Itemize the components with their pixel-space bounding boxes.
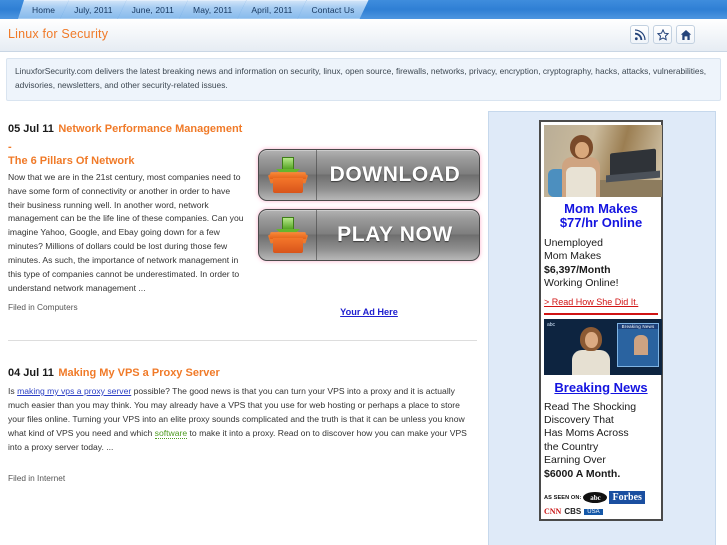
breaking-news-body: Read The Shocking Discovery That Has Mom…	[544, 401, 658, 482]
as-seen-on-row-2: CNN CBS USA	[544, 507, 658, 519]
ad-button-group: DOWNLOAD PLAY NOW	[258, 148, 480, 269]
tab-label: May, 2011	[193, 5, 233, 15]
play-now-button[interactable]: PLAY NOW	[258, 208, 480, 261]
article-1-body: Now that we are in the 21st century, mos…	[8, 171, 244, 294]
ad-headline[interactable]: Mom Makes $77/hr Online	[544, 200, 658, 231]
inset-breaking-news-label: Breaking News	[618, 323, 658, 329]
breaking-news-image: Breaking News abc	[544, 318, 662, 375]
main-content: 05 Jul 11 Network Performance Management…	[0, 101, 485, 483]
download-button-label: DOWNLOAD	[329, 162, 461, 186]
tab-label: June, 2011	[131, 5, 175, 15]
tab-label: July, 2011	[74, 5, 113, 15]
article-1: 05 Jul 11 Network Performance Management…	[8, 119, 480, 317]
ad-red-divider	[544, 312, 658, 315]
cbs-logo: CBS	[564, 507, 582, 517]
article-divider	[8, 340, 477, 342]
network-logo: abc	[547, 321, 556, 328]
tab-home[interactable]: Home	[18, 0, 69, 19]
ad-text-line3: $6,397/Month	[544, 263, 611, 276]
tab-label: April, 2011	[251, 5, 293, 15]
article-2-body-part1: Is	[8, 386, 18, 397]
bn-line2: Discovery That	[544, 414, 614, 426]
usa-today-logo: USA	[584, 508, 603, 515]
tab-contact-us[interactable]: Contact Us	[297, 0, 368, 19]
vps-proxy-link[interactable]: making my vps a proxy server	[17, 386, 131, 396]
tab-june-2011[interactable]: June, 2011	[118, 0, 188, 19]
article-2-body: Is making my vps a proxy server possible…	[8, 385, 475, 455]
article-1-heading: 05 Jul 11 Network Performance Management…	[8, 119, 248, 167]
your-ad-here-wrapper: Your Ad Here	[258, 302, 480, 320]
download-box-icon	[259, 149, 317, 200]
tab-label: Contact Us	[311, 5, 355, 15]
ad-body-text: Unemployed Mom Makes $6,397/Month Workin…	[544, 237, 658, 291]
site-description-wrapper: LinuxforSecurity.com delivers the latest…	[0, 52, 727, 101]
article-2-title[interactable]: Making My VPS a Proxy Server	[58, 367, 219, 379]
article-1-text-column: 05 Jul 11 Network Performance Management…	[8, 119, 248, 296]
rss-icon[interactable]	[630, 25, 649, 44]
bn-line4: the Country	[544, 440, 599, 453]
tab-july-2011[interactable]: July, 2011	[60, 0, 127, 19]
page-body: 05 Jul 11 Network Performance Management…	[0, 101, 727, 545]
browser-tab-bar: Home July, 2011 June, 2011 May, 2011 Apr…	[0, 0, 727, 19]
play-box-icon	[259, 209, 317, 260]
download-button[interactable]: DOWNLOAD	[258, 148, 480, 201]
software-link[interactable]: software	[154, 427, 188, 439]
ad-text-line4: Working Online!	[544, 277, 619, 290]
ad-headline-line1: Mom Makes	[564, 200, 638, 216]
forbes-logo: Forbes	[609, 491, 645, 505]
tab-label: Home	[32, 5, 56, 15]
bn-line6: $6000 A Month.	[544, 467, 621, 480]
ad-text-line1: Unemployed	[544, 236, 603, 249]
mom-photo-image	[544, 124, 662, 197]
article-2-category: Filed in Internet	[8, 472, 66, 483]
article-2: 04 Jul 11 Making My VPS a Proxy Server I…	[8, 363, 477, 483]
home-icon[interactable]	[676, 25, 695, 44]
star-icon[interactable]	[653, 25, 672, 44]
site-header: Linux for Security	[0, 19, 727, 52]
your-ad-here-link[interactable]: Your Ad Here	[340, 307, 398, 317]
bn-line3: Has Moms Across	[544, 427, 629, 440]
bn-line5: Earning Over	[544, 454, 606, 467]
as-seen-on-label: AS SEEN ON:	[544, 494, 582, 501]
breaking-news-headline[interactable]: Breaking News	[544, 380, 658, 395]
ad-text-line2: Mom Makes	[544, 250, 602, 263]
article-2-heading: 04 Jul 11 Making My VPS a Proxy Server	[8, 363, 477, 381]
sidebar-ad-card[interactable]: Mom Makes $77/hr Online Unemployed Mom M…	[539, 119, 663, 522]
bn-line1: Read The Shocking	[544, 400, 637, 413]
cnn-logo: CNN	[544, 507, 562, 517]
as-seen-on-row: AS SEEN ON: abc Forbes	[544, 487, 658, 507]
site-description: LinuxforSecurity.com delivers the latest…	[6, 58, 721, 101]
ad-cta-link[interactable]: > Read How She Did It.	[544, 297, 658, 311]
article-1-title-line2[interactable]: The 6 Pillars Of Network	[8, 155, 248, 167]
page-title: Linux for Security	[8, 27, 109, 41]
header-icon-group	[630, 25, 695, 44]
play-now-button-label: PLAY NOW	[337, 222, 453, 246]
tab-april-2011[interactable]: April, 2011	[237, 0, 306, 19]
tab-list: Home July, 2011 June, 2011 May, 2011 Apr…	[18, 0, 360, 19]
abc-logo: abc	[583, 492, 608, 504]
article-1-date: 05 Jul 11	[8, 122, 54, 135]
ad-headline-line2: $77/hr Online	[559, 215, 643, 231]
tab-may-2011[interactable]: May, 2011	[179, 0, 246, 19]
sidebar: Mom Makes $77/hr Online Unemployed Mom M…	[488, 110, 716, 545]
article-2-date: 04 Jul 11	[8, 367, 54, 380]
